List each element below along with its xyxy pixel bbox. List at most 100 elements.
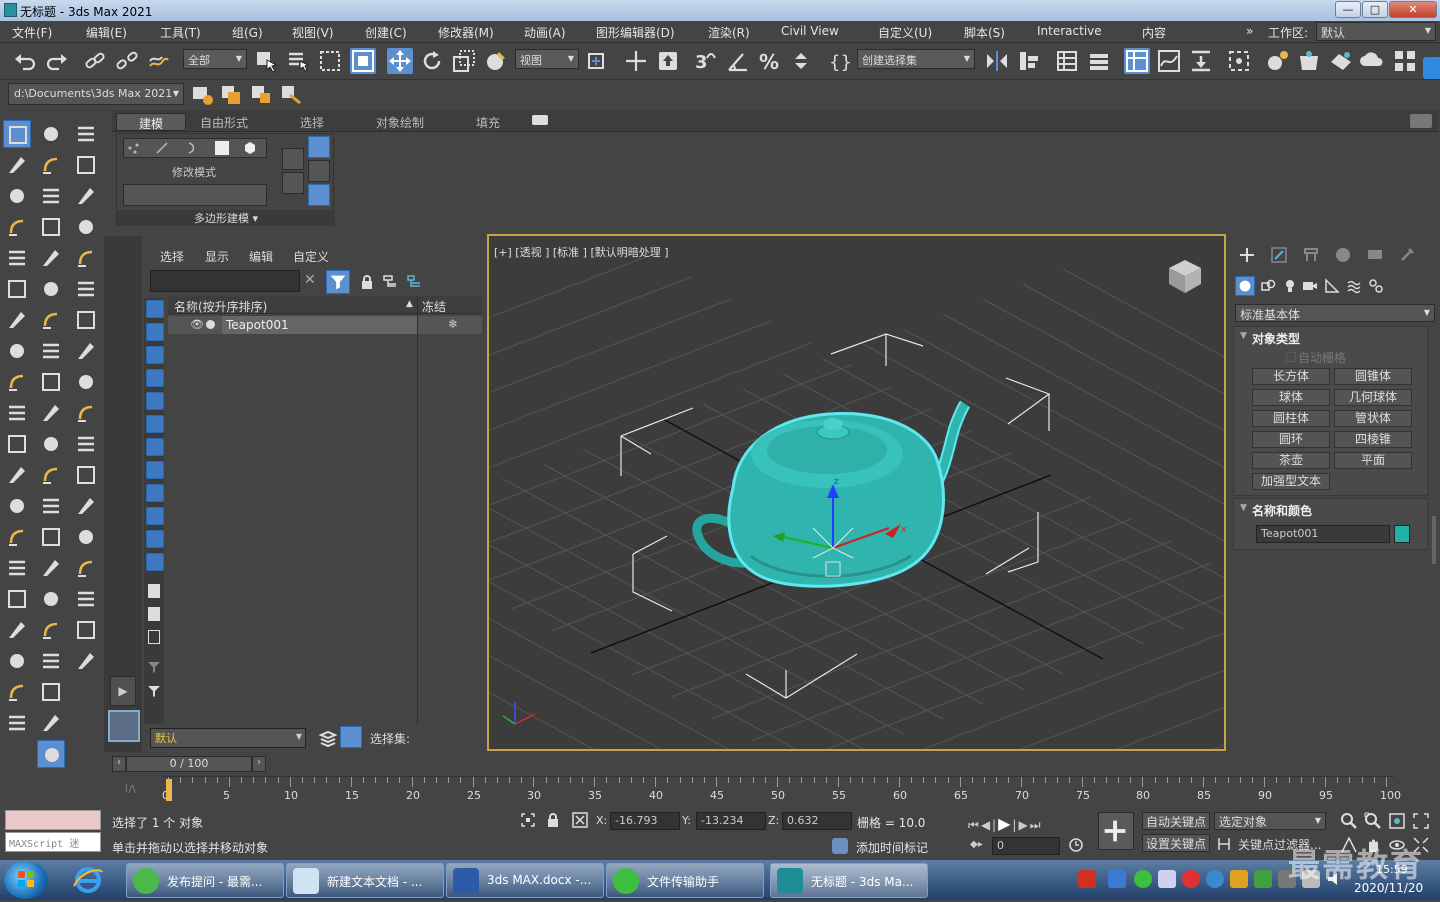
display-xrefs-icon[interactable]	[146, 461, 164, 479]
goto-end-icon[interactable]: ⏭	[1030, 818, 1043, 832]
key-mode-icon[interactable]: ◆▸	[970, 839, 983, 850]
menu-create[interactable]: 创建(C)	[365, 24, 407, 41]
key-target-dropdown[interactable]: 选定对象 ▼	[1214, 812, 1326, 830]
tray-weibo-icon[interactable]	[1182, 870, 1200, 888]
time-tag-icon[interactable]	[832, 838, 848, 854]
scene-search-input[interactable]	[150, 270, 300, 292]
line-tool-icon[interactable]	[72, 213, 100, 241]
modify-tab-icon[interactable]	[1270, 246, 1288, 264]
render-production-icon[interactable]	[1328, 48, 1354, 74]
plane-button[interactable]: 平面	[1334, 452, 1412, 469]
column-freeze-header[interactable]: 冻结	[422, 298, 446, 315]
y-coord-field[interactable]: -13.234	[696, 812, 766, 830]
select-scale-icon[interactable]	[451, 48, 477, 74]
ring-icon[interactable]	[37, 244, 65, 272]
time-slider[interactable]: 0 / 100	[126, 756, 252, 772]
ie-browser-icon[interactable]	[70, 864, 106, 896]
display-groups-icon[interactable]	[146, 438, 164, 456]
menu-rendering[interactable]: 渲染(R)	[708, 24, 750, 41]
selection-filter-dropdown[interactable]: 全部 ▼	[183, 49, 247, 69]
cross-tool-icon[interactable]	[72, 399, 100, 427]
tray-nvidia-icon[interactable]	[1254, 870, 1272, 888]
display-tab-icon[interactable]	[1366, 246, 1384, 264]
workspace-dropdown[interactable]: 默认 ▼	[1316, 22, 1436, 41]
sphere-tool-icon[interactable]	[72, 244, 100, 272]
tab-modeling[interactable]: 建模	[116, 113, 187, 131]
polygon-icon[interactable]	[215, 141, 229, 155]
menu-view[interactable]: 视图(V)	[292, 24, 334, 41]
vertex-snap-icon[interactable]	[3, 213, 31, 241]
display-cameras-icon[interactable]	[146, 369, 164, 387]
object-name-input[interactable]: Teapot001	[1256, 525, 1390, 543]
ribbon-minimize-icon[interactable]	[1410, 114, 1432, 128]
bridge-icon[interactable]	[37, 306, 65, 334]
tube-button[interactable]: 管状体	[1334, 410, 1412, 427]
layer-explorer-icon[interactable]	[1054, 48, 1080, 74]
polygon-modeling-dropdown[interactable]: 多边形建模 ▾	[117, 210, 335, 226]
menu-group[interactable]: 组(G)	[232, 24, 263, 41]
start-button[interactable]	[4, 861, 48, 899]
taskbar-item-notepad[interactable]: 新建文本文档 - ...	[286, 863, 444, 898]
object-category-dropdown[interactable]: 标准基本体 ▼	[1235, 304, 1435, 322]
fill-select-icon[interactable]	[3, 337, 31, 365]
viewport-layout-button[interactable]	[108, 710, 140, 742]
x-axis-icon[interactable]	[37, 678, 65, 706]
lasso-icon[interactable]	[3, 151, 31, 179]
x-coord-field[interactable]: -16.793	[610, 812, 680, 830]
dot-small-icon[interactable]	[72, 430, 100, 458]
material-editor-icon[interactable]	[1226, 48, 1252, 74]
unlink-icon[interactable]	[114, 48, 140, 74]
menu-content[interactable]: 内容	[1142, 24, 1166, 41]
utilities-tab-icon[interactable]	[1398, 246, 1416, 264]
crop-icon[interactable]	[3, 616, 31, 644]
spacewarps-category-icon[interactable]	[1346, 278, 1362, 294]
snaps-toggle-icon[interactable]: 3	[693, 48, 719, 74]
manipulate-icon[interactable]	[623, 48, 649, 74]
y-axis-icon[interactable]	[37, 709, 65, 737]
project-settings-icon[interactable]	[250, 83, 274, 107]
menu-file[interactable]: 文件(F)	[12, 24, 52, 41]
rect-selection-icon[interactable]	[317, 48, 343, 74]
tray-app2-icon[interactable]	[1230, 870, 1248, 888]
tab-populate[interactable]: 填充	[468, 113, 508, 131]
visibility-eye-icon[interactable]: 👁	[190, 318, 204, 331]
play-2-icon[interactable]	[72, 306, 100, 334]
play-3-icon[interactable]	[72, 337, 100, 365]
mirror-icon[interactable]	[984, 48, 1010, 74]
zoom-extents-all-icon[interactable]	[1412, 812, 1430, 830]
ribbon-graphite-tool-icon[interactable]	[308, 136, 330, 158]
spinner-snap-icon[interactable]	[789, 48, 815, 74]
close-button[interactable]: ✕	[1389, 1, 1437, 18]
tab-freeform[interactable]: 自由形式	[192, 113, 256, 131]
percent-snap-icon[interactable]: %	[757, 48, 783, 74]
renderable-dot-icon[interactable]	[206, 320, 215, 329]
sync-badge-icon[interactable]	[1423, 57, 1440, 79]
helpers-category-icon[interactable]	[1324, 278, 1340, 294]
layers-stack-icon[interactable]	[318, 728, 338, 748]
collapse-caret-icon[interactable]: ▼	[1240, 503, 1247, 513]
expand-panel-button[interactable]: ▶	[110, 676, 136, 706]
taskbar-item-3dsmax[interactable]: 无标题 - 3ds Ma...	[770, 863, 928, 898]
named-selection-set-dropdown[interactable]: 创建选择集 ▼	[857, 49, 975, 69]
menu-edit[interactable]: 编辑(E)	[86, 24, 127, 41]
cap-icon[interactable]	[37, 182, 65, 210]
stack-2-icon[interactable]	[72, 585, 100, 613]
display-spacewarps-icon[interactable]	[146, 415, 164, 433]
select-move-icon[interactable]	[387, 48, 413, 74]
set-key-icon[interactable]	[1098, 812, 1134, 850]
dot-med-icon[interactable]	[72, 461, 100, 489]
project-path-dropdown[interactable]: d:\Documents\3ds Max 2021 ▼	[8, 83, 184, 105]
shirt-icon[interactable]	[72, 182, 100, 210]
lights-category-icon[interactable]	[1282, 278, 1298, 294]
bezier-icon[interactable]	[3, 585, 31, 613]
menu-customize[interactable]: 自定义(U)	[878, 24, 932, 41]
next-frame-icon[interactable]: |▶	[1012, 818, 1029, 832]
menu-modifiers[interactable]: 修改器(M)	[438, 24, 494, 41]
maxscript-listener-top[interactable]	[5, 810, 101, 830]
set-key-button[interactable]: 设置关键点	[1142, 834, 1210, 852]
toggle-ribbon-icon[interactable]	[1086, 48, 1112, 74]
connect-icon[interactable]	[37, 554, 65, 582]
edge-icon[interactable]	[155, 141, 169, 155]
lock-icon[interactable]	[360, 274, 374, 290]
add-time-tag-button[interactable]: 添加时间标记	[856, 839, 928, 856]
